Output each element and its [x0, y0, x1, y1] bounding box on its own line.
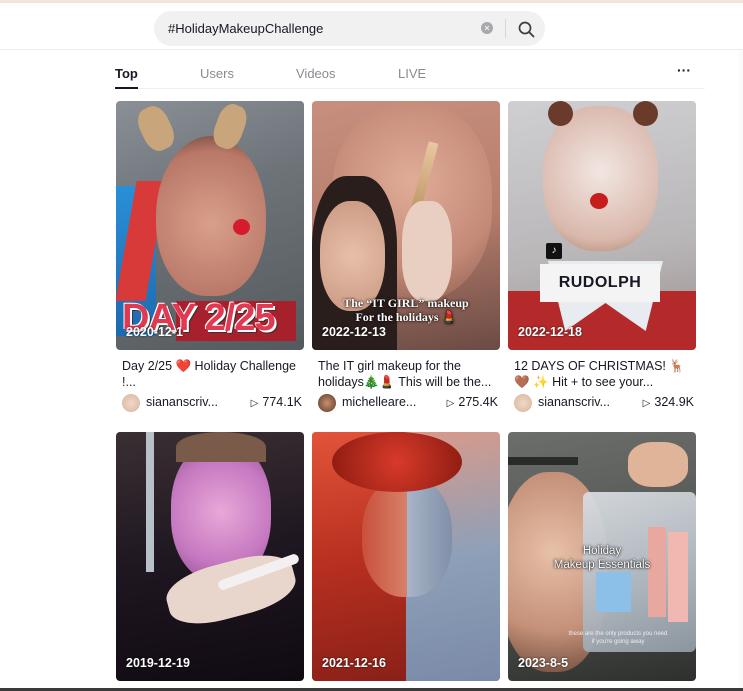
username[interactable]: michelleare... [342, 395, 416, 409]
video-date: 2022-12-13 [322, 325, 386, 339]
thumbnail-overlay-text: The “IT GIRL” makeup For the holidays 💄 [343, 296, 469, 324]
thumbnail-art [590, 193, 608, 209]
video-date: 2022-12-18 [518, 325, 582, 339]
avatar[interactable] [514, 394, 532, 412]
video-date: 2023-8-5 [518, 656, 569, 670]
view-count: ▷ 275.4K [447, 395, 498, 409]
tiktok-logo-icon: ♪ [546, 243, 562, 259]
thumbnail-art [402, 201, 452, 301]
thumbnail-art [596, 572, 631, 612]
video-author: michelleare... ▷ 275.4K [318, 394, 498, 412]
avatar[interactable] [318, 394, 336, 412]
search-icon [518, 21, 534, 37]
thumbnail-art [233, 219, 250, 235]
tab-videos[interactable]: Videos [296, 66, 336, 81]
search-button[interactable] [512, 15, 540, 43]
thumbnail-art [508, 457, 578, 465]
active-tab-indicator [115, 87, 138, 89]
thumbnail-art [320, 201, 385, 311]
video-author: siananscriv... ▷ 774.1K [122, 394, 302, 412]
video-description[interactable]: Day 2/25 ❤️ Holiday Challenge !... [122, 358, 302, 390]
play-icon: ▷ [642, 398, 651, 409]
video-thumbnail[interactable]: DAY 2/25 2020-12-1 [116, 101, 304, 350]
thumbnail-art [548, 101, 573, 126]
thumbnail-caption: these are the only products you need if … [568, 631, 668, 645]
search-bar: × [154, 11, 545, 46]
thumbnail-art [362, 477, 452, 597]
thumbnail-art [628, 442, 688, 487]
thumbnail-art [543, 106, 658, 251]
header: × [0, 3, 743, 50]
username[interactable]: siananscriv... [146, 395, 218, 409]
tab-live[interactable]: LIVE [398, 66, 426, 81]
video-author: siananscriv... ▷ 324.9K [514, 394, 694, 412]
clear-icon[interactable]: × [481, 22, 493, 34]
view-count-value: 774.1K [262, 395, 302, 409]
thumbnail-art [176, 432, 266, 462]
view-count-value: 324.9K [654, 395, 694, 409]
thumbnail-art [633, 101, 658, 126]
video-thumbnail[interactable]: ♪ RUDOLPH 2022-12-18 [508, 101, 696, 350]
thumbnail-overlay-text: RUDOLPH [540, 264, 660, 302]
video-date: 2020-12-1 [126, 325, 183, 339]
avatar[interactable] [122, 394, 140, 412]
thumbnail-art [146, 432, 154, 572]
search-tabs: Top Users Videos LIVE ··· [115, 60, 705, 89]
view-count: ▷ 774.1K [251, 395, 302, 409]
thumbnail-art [332, 432, 462, 492]
search-input[interactable] [168, 11, 478, 46]
view-count: ▷ 324.9K [643, 395, 694, 409]
video-date: 2021-12-16 [322, 656, 386, 670]
username[interactable]: siananscriv... [538, 395, 610, 409]
thumbnail-art [132, 101, 180, 156]
video-description[interactable]: 12 DAYS OF CHRISTMAS! 🦌 🤎 ✨ Hit + to see… [514, 358, 694, 390]
video-date: 2019-12-19 [126, 656, 190, 670]
view-count-value: 275.4K [458, 395, 498, 409]
thumbnail-art [648, 527, 666, 617]
scrollbar[interactable] [739, 50, 743, 691]
tab-top[interactable]: Top [115, 66, 138, 81]
video-thumbnail[interactable]: The “IT GIRL” makeup For the holidays 💄 … [312, 101, 500, 350]
video-description[interactable]: The IT girl makeup for the holidays🎄💄 Th… [318, 358, 498, 390]
more-options-button[interactable]: ··· [677, 62, 691, 78]
video-thumbnail[interactable]: 2021-12-16 [312, 432, 500, 681]
thumbnail-art [156, 136, 266, 296]
play-icon: ▷ [250, 398, 259, 409]
thumbnail-overlay-text: Holiday Makeup Essentials [553, 545, 651, 571]
video-thumbnail[interactable]: Holiday Makeup Essentials these are the … [508, 432, 696, 681]
tab-users[interactable]: Users [200, 66, 234, 81]
play-icon: ▷ [446, 398, 455, 409]
search-divider [505, 19, 506, 38]
video-thumbnail[interactable]: 2019-12-19 [116, 432, 304, 681]
